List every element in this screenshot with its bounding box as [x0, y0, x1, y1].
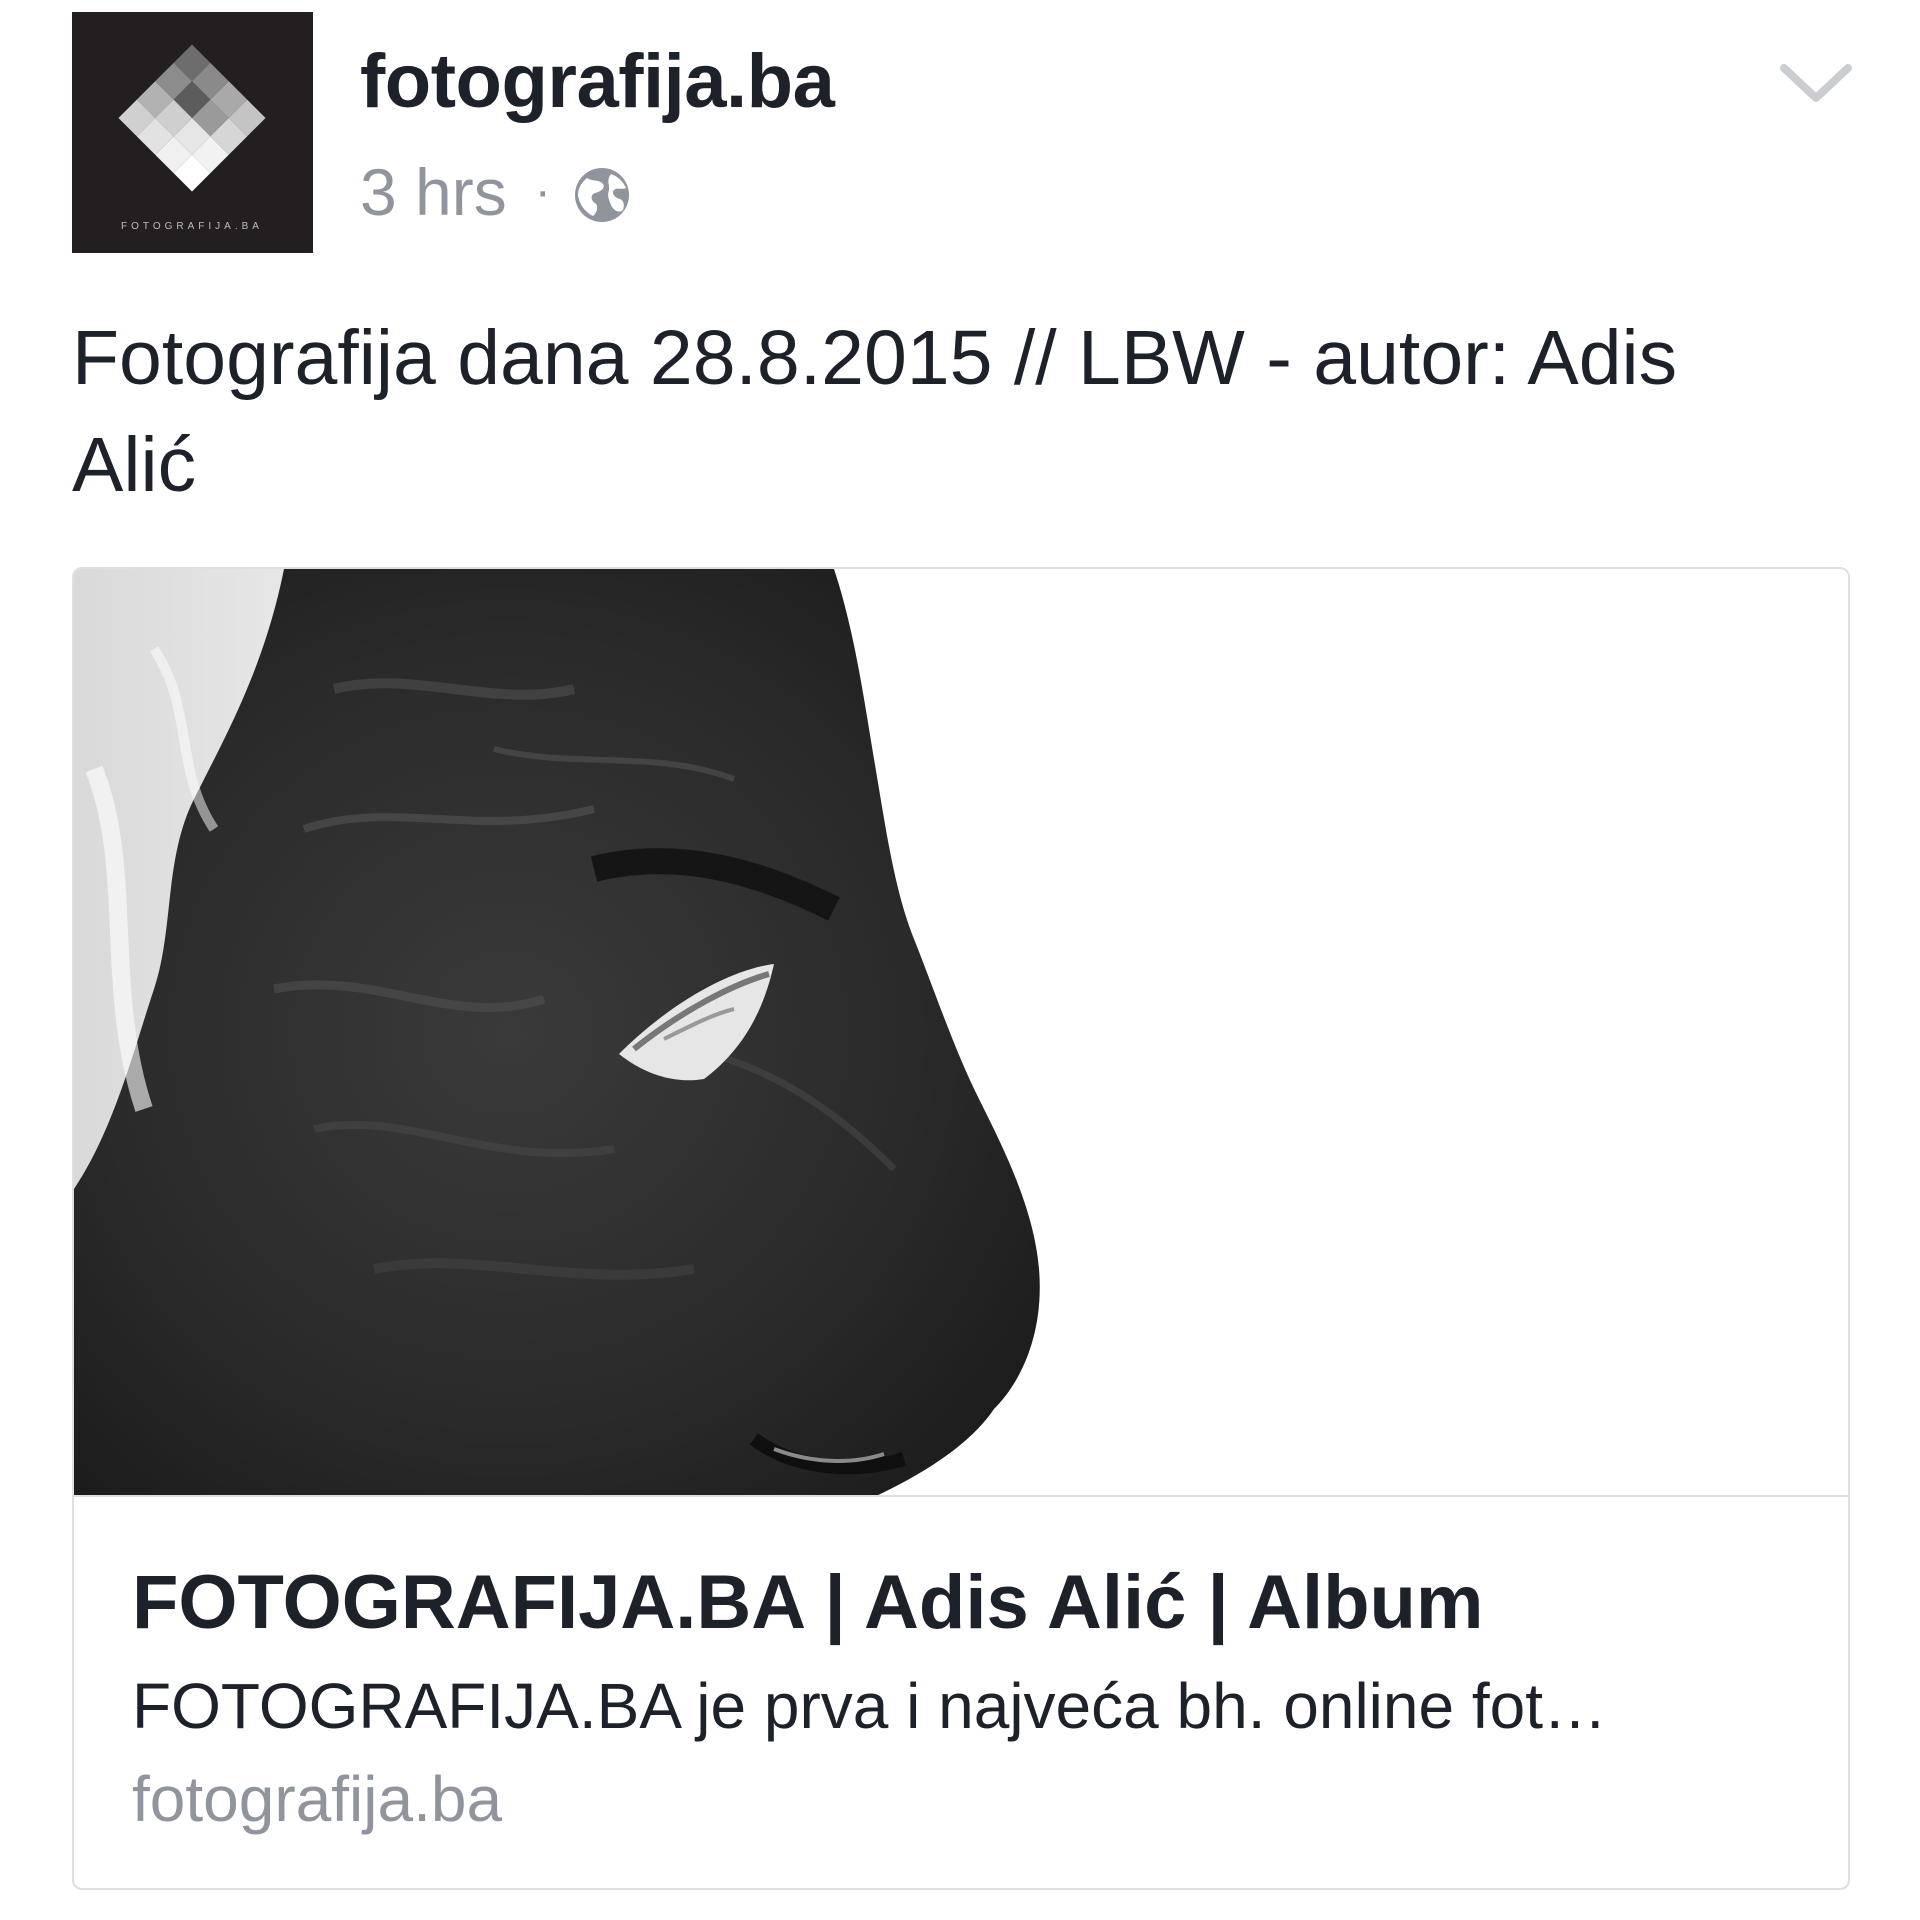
link-preview-card[interactable]: FOTOGRAFIJA.BA | Adis Alić | Album FOTOG… [72, 567, 1850, 1890]
page-avatar[interactable]: FOTOGRAFIJA.BA [72, 12, 313, 253]
link-description: FOTOGRAFIJA.BA je prva i najveća bh. onl… [132, 1670, 1607, 1742]
post-meta: 3 hrs · [360, 152, 631, 232]
meta-separator: · [534, 165, 551, 218]
svg-text:FOTOGRAFIJA.BA: FOTOGRAFIJA.BA [121, 221, 263, 232]
page-name-link[interactable]: fotografija.ba [360, 38, 835, 125]
globe-icon[interactable] [573, 163, 631, 222]
diamond-logo-icon: FOTOGRAFIJA.BA [118, 44, 266, 232]
link-preview-image[interactable] [74, 569, 1848, 1497]
post-status-text: Fotografija dana 28.8.2015 // LBW - auto… [72, 315, 1678, 508]
chevron-down-icon[interactable] [1778, 58, 1854, 110]
feed-post: FOTOGRAFIJA.BA fotografija.ba 3 hrs · Fo… [0, 0, 1920, 1920]
bw-face-profile-photo [74, 569, 1848, 1495]
link-title[interactable]: FOTOGRAFIJA.BA | Adis Alić | Album [132, 1559, 1812, 1646]
link-domain: fotografija.ba [132, 1763, 503, 1835]
post-timestamp[interactable]: 3 hrs [360, 154, 507, 230]
